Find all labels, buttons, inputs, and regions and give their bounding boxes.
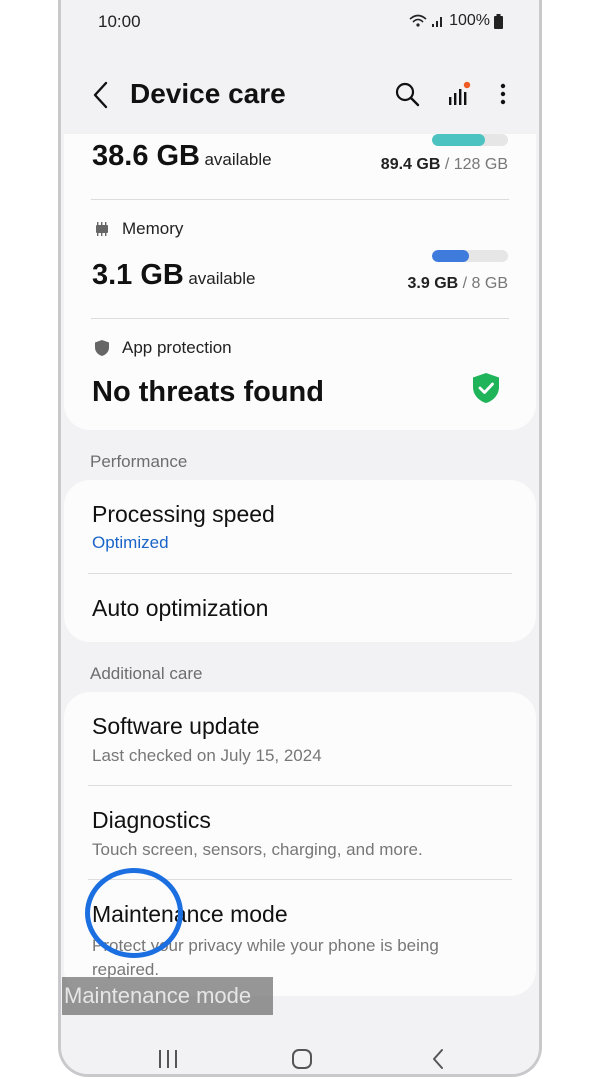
- app-protection-header: App protection: [94, 338, 232, 358]
- home-icon[interactable]: [291, 1048, 313, 1070]
- diagnostics-item[interactable]: Diagnostics Touch screen, sensors, charg…: [64, 786, 536, 879]
- storage-available: 38.6 GB available: [92, 140, 272, 173]
- signal-icon: [432, 17, 443, 27]
- battery-icon: [494, 13, 503, 29]
- wifi-icon: [409, 14, 427, 27]
- shield-check-icon: [473, 373, 499, 403]
- status-icons: 100%: [409, 12, 503, 30]
- app-protection-label: App protection: [122, 338, 232, 357]
- page-title: Device care: [130, 78, 286, 109]
- divider: [91, 318, 509, 319]
- memory-total: / 8 GB: [462, 275, 508, 292]
- auto-optimization-item[interactable]: Auto optimization: [64, 574, 536, 642]
- search-icon[interactable]: [393, 80, 421, 108]
- diagnostics-chart-icon[interactable]: [445, 80, 473, 108]
- battery-percent: 100%: [449, 12, 490, 29]
- storage-available-label: available: [204, 150, 272, 169]
- auto-optimization-title: Auto optimization: [92, 595, 269, 621]
- tap-highlight-circle: [85, 868, 183, 958]
- app-bar: Device care: [61, 68, 539, 124]
- memory-usage-bar: [432, 250, 508, 262]
- processing-speed-status: Optimized: [92, 533, 169, 552]
- software-update-item[interactable]: Software update Last checked on July 15,…: [64, 692, 536, 785]
- storage-total: / 128 GB: [444, 156, 508, 173]
- memory-available: 3.1 GB available: [92, 259, 255, 292]
- software-update-subtitle: Last checked on July 15, 2024: [92, 746, 322, 765]
- storage-usage-text: 89.4 GB / 128 GB: [381, 156, 508, 174]
- memory-header: Memory: [94, 219, 183, 239]
- more-options-icon[interactable]: [489, 80, 517, 108]
- app-protection-status: No threats found: [92, 376, 324, 408]
- divider: [91, 199, 509, 200]
- memory-available-label: available: [188, 269, 256, 288]
- storage-usage-bar: [432, 134, 508, 146]
- memory-usage-text: 3.9 GB / 8 GB: [408, 275, 509, 293]
- section-header-performance: Performance: [90, 452, 188, 471]
- navigation-bar: [61, 1012, 539, 1074]
- section-header-additional-care: Additional care: [90, 664, 203, 683]
- status-card: 38.6 GB available 89.4 GB / 128 GB Memor…: [64, 134, 536, 430]
- storage-available-value: 38.6 GB: [92, 140, 200, 172]
- status-bar: 10:00 100%: [61, 0, 539, 44]
- storage-used: 89.4 GB: [380, 156, 441, 173]
- back-arrow-icon[interactable]: [89, 80, 113, 110]
- recent-apps-icon[interactable]: [157, 1049, 179, 1069]
- status-time: 10:00: [98, 12, 141, 31]
- tooltip-label: Maintenance mode: [62, 977, 273, 1015]
- memory-available-value: 3.1 GB: [92, 259, 184, 291]
- memory-used: 3.9 GB: [407, 275, 459, 292]
- back-nav-icon[interactable]: [431, 1048, 445, 1070]
- performance-card: Processing speed Optimized Auto optimiza…: [64, 480, 536, 642]
- memory-label: Memory: [122, 219, 184, 238]
- memory-chip-icon: [96, 222, 108, 236]
- software-update-title: Software update: [92, 713, 260, 739]
- diagnostics-title: Diagnostics: [92, 807, 211, 833]
- shield-icon: [95, 340, 109, 356]
- processing-speed-title: Processing speed: [92, 501, 275, 527]
- diagnostics-subtitle: Touch screen, sensors, charging, and mor…: [92, 840, 423, 859]
- processing-speed-item[interactable]: Processing speed Optimized: [64, 480, 536, 573]
